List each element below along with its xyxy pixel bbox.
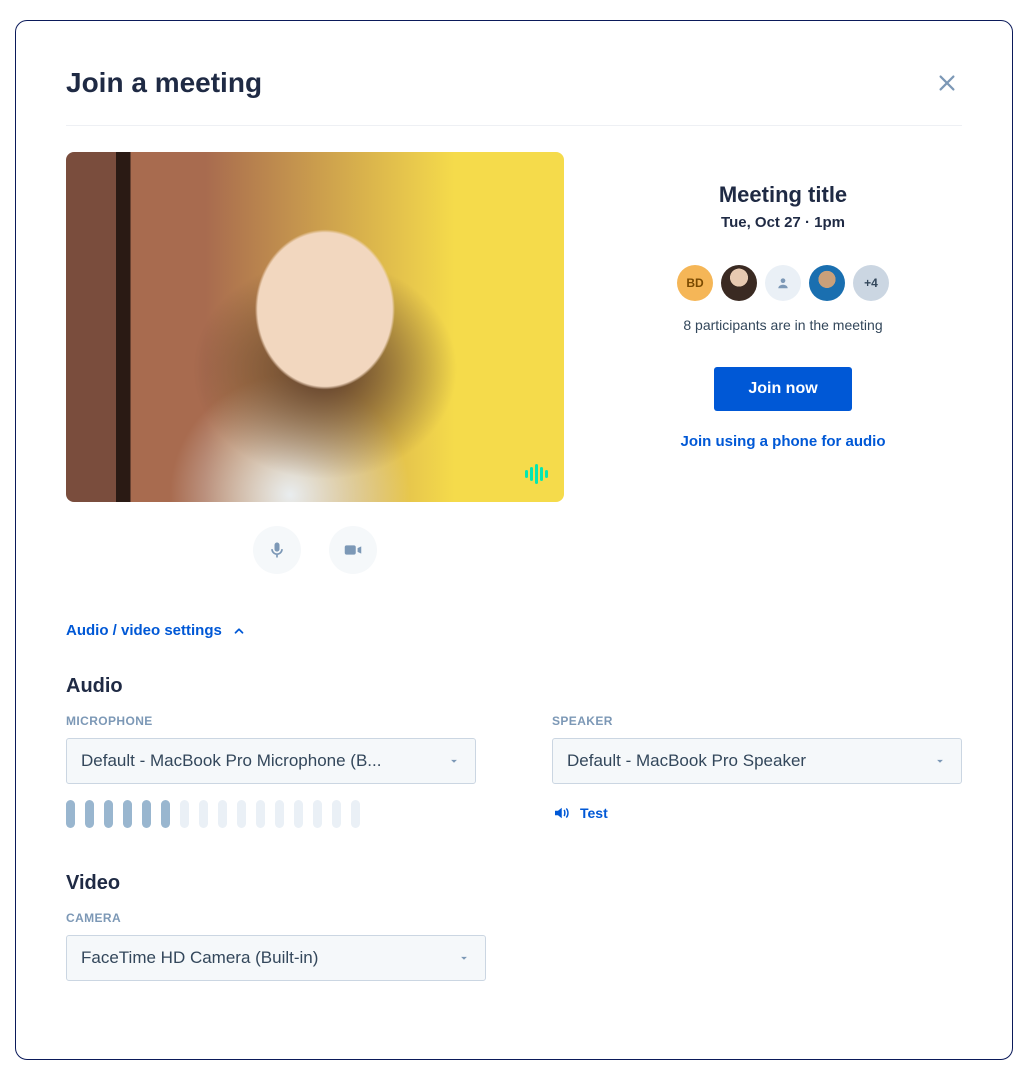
meeting-title: Meeting title — [719, 182, 847, 208]
video-section: Video CAMERA FaceTime HD Camera (Built-i… — [66, 872, 962, 981]
meeting-datetime: Tue, Oct 27 · 1pm — [721, 214, 845, 231]
camera-select[interactable]: FaceTime HD Camera (Built-in) — [66, 935, 486, 981]
participants-count: 8 participants are in the meeting — [683, 317, 882, 333]
speaker-select[interactable]: Default - MacBook Pro Speaker — [552, 738, 962, 784]
camera-value: FaceTime HD Camera (Built-in) — [81, 948, 318, 968]
close-button[interactable] — [932, 68, 962, 98]
toggle-camera-button[interactable] — [329, 526, 377, 574]
sound-wave-icon — [525, 464, 548, 484]
speaker-value: Default - MacBook Pro Speaker — [567, 751, 806, 771]
camera-icon — [342, 539, 364, 561]
microphone-level-meter — [66, 800, 476, 828]
audio-heading: Audio — [66, 675, 962, 698]
modal-header: Join a meeting — [66, 67, 962, 126]
join-phone-link[interactable]: Join using a phone for audio — [681, 433, 886, 450]
camera-label: CAMERA — [66, 911, 486, 925]
avatar-initials[interactable]: BD — [677, 265, 713, 301]
chevron-down-icon — [447, 754, 461, 768]
test-label: Test — [580, 805, 608, 821]
join-now-button[interactable]: Join now — [714, 367, 851, 411]
speaker-column: SPEAKER Default - MacBook Pro Speaker Te… — [552, 714, 962, 828]
top-row: Meeting title Tue, Oct 27 · 1pm BD +4 8 … — [66, 152, 962, 574]
modal-title: Join a meeting — [66, 67, 262, 99]
microphone-label: MICROPHONE — [66, 714, 476, 728]
video-heading: Video — [66, 872, 962, 895]
join-meeting-modal: Join a meeting Meeting title Tue — [15, 20, 1013, 1060]
close-icon — [936, 72, 958, 94]
person-icon — [776, 276, 790, 290]
toggle-microphone-button[interactable] — [253, 526, 301, 574]
avatar[interactable] — [809, 265, 845, 301]
speaker-label: SPEAKER — [552, 714, 962, 728]
preview-column — [66, 152, 564, 574]
microphone-column: MICROPHONE Default - MacBook Pro Microph… — [66, 714, 476, 828]
av-settings-label: Audio / video settings — [66, 622, 222, 639]
chevron-up-icon — [232, 624, 246, 638]
avatar-placeholder[interactable] — [765, 265, 801, 301]
microphone-value: Default - MacBook Pro Microphone (B... — [81, 751, 381, 771]
chevron-down-icon — [457, 951, 471, 965]
preview-controls — [66, 526, 564, 574]
camera-preview — [66, 152, 564, 502]
test-speaker-button[interactable]: Test — [552, 804, 962, 822]
avatar-more[interactable]: +4 — [853, 265, 889, 301]
avatar[interactable] — [721, 265, 757, 301]
chevron-down-icon — [933, 754, 947, 768]
microphone-icon — [267, 540, 287, 560]
audio-section: Audio MICROPHONE Default - MacBook Pro M… — [66, 675, 962, 828]
meeting-info: Meeting title Tue, Oct 27 · 1pm BD +4 8 … — [604, 152, 962, 574]
participant-avatars: BD +4 — [677, 265, 889, 301]
camera-column: CAMERA FaceTime HD Camera (Built-in) — [66, 911, 486, 981]
speaker-icon — [552, 804, 570, 822]
av-settings-toggle[interactable]: Audio / video settings — [66, 622, 962, 639]
microphone-select[interactable]: Default - MacBook Pro Microphone (B... — [66, 738, 476, 784]
